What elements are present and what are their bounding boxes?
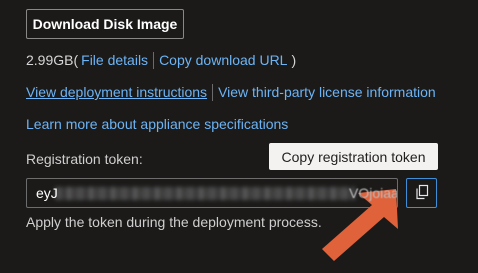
specs-row: Learn more about appliance specification… [26,115,288,133]
copy-token-button[interactable] [406,178,437,208]
file-info-closing: ) [291,52,297,68]
view-deployment-instructions-link[interactable]: View deployment instructions [26,84,207,100]
view-third-party-license-link[interactable]: View third-party license information [218,84,436,100]
redacted-token-blur [55,187,355,200]
divider [153,51,155,69]
file-size: 2.99GB( [26,52,79,68]
learn-appliance-specs-link[interactable]: Learn more about appliance specification… [26,116,288,132]
documentation-links-row: View deployment instructions View third-… [26,83,436,101]
token-helper-text: Apply the token during the deployment pr… [26,214,322,230]
copy-download-url-link[interactable]: Copy download URL [159,52,287,68]
copy-token-tooltip: Copy registration token [269,143,438,170]
file-info-row: 2.99GB( File details Copy download URL ) [26,51,296,69]
token-end-text: VOjoiaavar [349,185,398,201]
copy-icon [414,184,430,203]
registration-token-label: Registration token: [26,151,143,167]
divider [212,83,214,101]
download-disk-image-button[interactable]: Download Disk Image [26,9,184,39]
token-start-text: eyJ [36,185,58,201]
file-details-link[interactable]: File details [81,52,148,68]
